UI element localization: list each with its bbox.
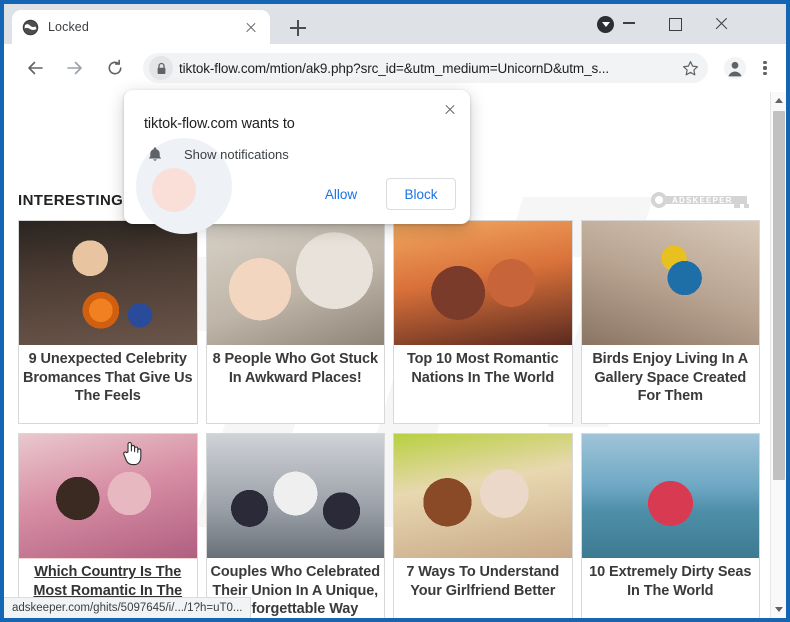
tab-locked[interactable]: Locked: [12, 10, 270, 44]
article-title: 7 Ways To Understand Your Girlfriend Bet…: [406, 564, 560, 599]
lock-icon[interactable]: [149, 56, 173, 80]
browser-window: Locked tiktok-flow.com/mtion/ak9.php?src…: [0, 0, 790, 622]
globe-icon: [22, 18, 39, 36]
person-avatar-icon[interactable]: [720, 53, 750, 83]
article-title: 9 Unexpected Celebrity Bromances That Gi…: [23, 351, 193, 405]
article-card[interactable]: Top 10 Most Romantic Nations In The Worl…: [393, 220, 573, 424]
status-bar: adskeeper.com/ghits/5097645/i/.../1?h=uT…: [4, 597, 252, 618]
scroll-down-arrow-icon[interactable]: [771, 601, 786, 618]
allow-button[interactable]: Allow: [306, 178, 376, 210]
page-scrollbar[interactable]: [770, 92, 786, 618]
article-card[interactable]: 9 Unexpected Celebrity Bromances That Gi…: [18, 220, 198, 424]
article-row: 9 Unexpected Celebrity Bromances That Gi…: [18, 220, 760, 424]
article-title: Birds Enjoy Living In A Gallery Space Cr…: [592, 351, 749, 405]
decorative-blob: [152, 168, 196, 212]
article-row: Which Country Is The Most Romantic In Th…: [18, 433, 760, 618]
article-thumbnail: [581, 221, 759, 345]
arrow-right-icon[interactable]: [60, 53, 90, 83]
browser-window-inner: Locked tiktok-flow.com/mtion/ak9.php?src…: [4, 4, 786, 618]
address-bar[interactable]: tiktok-flow.com/mtion/ak9.php?src_id=&ut…: [143, 53, 708, 83]
url-text: tiktok-flow.com/mtion/ak9.php?src_id=&ut…: [179, 60, 610, 76]
article-thumbnail: [581, 434, 759, 558]
dialog-heading: tiktok-flow.com wants to: [144, 116, 295, 132]
scroll-up-arrow-icon[interactable]: [771, 92, 786, 109]
article-card-hovered[interactable]: Which Country Is The Most Romantic In Th…: [18, 433, 198, 618]
article-card[interactable]: 10 Extremely Dirty Seas In The World: [580, 433, 760, 618]
article-card[interactable]: 7 Ways To Understand Your Girlfriend Bet…: [393, 433, 573, 618]
browser-toolbar: tiktok-flow.com/mtion/ak9.php?src_id=&ut…: [4, 44, 786, 92]
three-dot-menu-icon[interactable]: [752, 53, 778, 83]
scrollbar-thumb[interactable]: [773, 111, 785, 480]
tab-close-icon[interactable]: [242, 18, 260, 36]
maximize-icon[interactable]: [652, 4, 698, 44]
article-thumbnail: [206, 221, 384, 345]
article-thumbnail: [394, 434, 572, 558]
article-thumbnail: [19, 221, 197, 345]
article-card[interactable]: Birds Enjoy Living In A Gallery Space Cr…: [580, 220, 760, 424]
star-icon[interactable]: [676, 60, 704, 77]
permission-label: Show notifications: [184, 147, 289, 162]
article-thumbnail: [18, 434, 197, 559]
arrow-left-icon[interactable]: [20, 53, 50, 83]
notification-permission-dialog: tiktok-flow.com wants to Show notificati…: [124, 90, 470, 234]
adskeeper-branding: ADSKEEPER: [648, 192, 752, 208]
dialog-close-icon[interactable]: [438, 98, 462, 122]
article-grid: 9 Unexpected Celebrity Bromances That Gi…: [18, 220, 760, 618]
tab-title: Locked: [48, 20, 89, 34]
bell-icon: [144, 146, 166, 163]
new-tab-button[interactable]: [285, 15, 311, 41]
article-title: 8 People Who Got Stuck In Awkward Places…: [212, 351, 378, 386]
article-title: Top 10 Most Romantic Nations In The Worl…: [406, 351, 559, 386]
minimize-icon[interactable]: [606, 4, 652, 44]
key-icon: ADSKEEPER: [651, 192, 749, 208]
status-bar-url: adskeeper.com/ghits/5097645/i/.../1?h=uT…: [12, 602, 243, 614]
block-button[interactable]: Block: [386, 178, 456, 210]
article-thumbnail: [206, 434, 384, 558]
svg-text:ADSKEEPER: ADSKEEPER: [672, 196, 733, 205]
article-thumbnail: [394, 221, 572, 345]
window-close-icon[interactable]: [698, 4, 744, 44]
page-title: INTERESTING: [18, 192, 124, 209]
reload-icon[interactable]: [100, 53, 130, 83]
article-title: 10 Extremely Dirty Seas In The World: [589, 564, 752, 599]
article-card[interactable]: 8 People Who Got Stuck In Awkward Places…: [205, 220, 385, 424]
article-card[interactable]: Couples Who Celebrated Their Union In A …: [205, 433, 385, 618]
permission-row: Show notifications: [144, 146, 289, 163]
tab-strip: Locked: [4, 4, 786, 44]
dialog-actions: Allow Block: [306, 178, 456, 210]
